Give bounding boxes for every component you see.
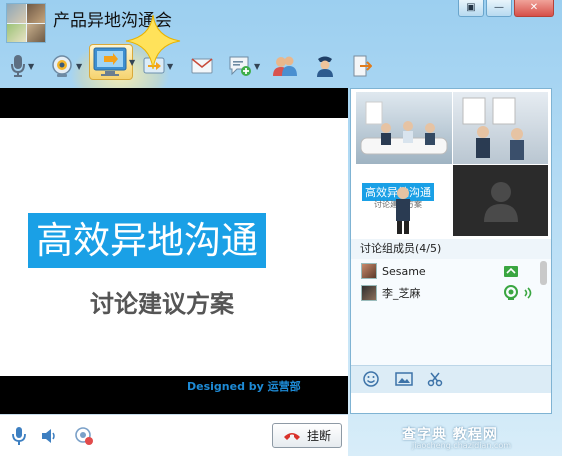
microphone-button[interactable]: ▼	[10, 52, 34, 80]
members-heading: 讨论组成员(4/5)	[351, 239, 551, 259]
member-name: Sesame	[382, 264, 426, 278]
webcam-status-icon	[503, 285, 519, 301]
record-icon[interactable]	[74, 426, 94, 446]
side-panel: 高效异地沟通 讨论建议方案 讨论组成员(4/5) Sesame 李_芝麻	[350, 88, 552, 414]
microphone-menu-arrow-icon[interactable]: ▼	[28, 62, 34, 71]
toolbar: ▼ ▼ ▼ ▼ ▼	[0, 44, 562, 88]
slide-subtitle: 讨论建议方案	[90, 290, 234, 318]
presentation-stage: 高效异地沟通 讨论建议方案 Designed by 运营部	[0, 88, 348, 414]
bottom-bar: 挂断	[0, 414, 348, 456]
scrollbar-thumb[interactable]	[540, 261, 547, 285]
screen-sharing-status-icon	[503, 265, 519, 278]
exit-icon	[353, 55, 372, 77]
title-bar: 产品异地沟通会 ▣ — ✕	[0, 0, 562, 44]
exit-button[interactable]	[352, 52, 372, 80]
microphone-icon	[11, 55, 25, 77]
close-button[interactable]: ✕	[514, 0, 554, 17]
list-item[interactable]: 李_芝麻	[351, 283, 539, 303]
chat-tools	[351, 365, 551, 393]
members-list: Sesame 李_芝麻	[351, 259, 551, 365]
image-icon[interactable]	[395, 371, 413, 387]
video-feed-3[interactable]: 高效异地沟通 讨论建议方案	[356, 165, 452, 236]
contacts-button[interactable]	[272, 52, 298, 80]
screenshot-scissors-icon[interactable]	[427, 371, 443, 387]
admin-icon	[317, 56, 333, 77]
hangup-label: 挂断	[306, 429, 331, 443]
speaker-icon[interactable]	[40, 426, 58, 446]
contacts-icon	[273, 56, 297, 76]
avatar	[361, 285, 377, 301]
emoji-icon[interactable]	[363, 371, 379, 387]
shared-slide: 高效异地沟通 讨论建议方案 Designed by 运营部	[0, 118, 348, 393]
screen-share-menu-arrow-icon[interactable]: ▼	[129, 58, 135, 67]
chat-add-menu-arrow-icon[interactable]: ▼	[254, 62, 260, 71]
presentation-menu-arrow-icon[interactable]: ▼	[167, 62, 173, 71]
camera-button[interactable]: ▼	[50, 52, 82, 80]
camera-icon	[52, 55, 72, 77]
window-title: 产品异地沟通会	[53, 11, 172, 31]
video-grid: 高效异地沟通 讨论建议方案	[356, 92, 548, 236]
group-avatar[interactable]	[6, 3, 46, 43]
watermark-url: jiaocheng.chazidian.com	[412, 441, 512, 450]
microphone-icon[interactable]	[12, 426, 26, 446]
members-scrollbar[interactable]	[540, 259, 547, 359]
slide-credit: Designed by 运营部	[187, 380, 301, 393]
meeting-photo-icon	[462, 97, 524, 160]
chat-add-button[interactable]: ▼	[228, 52, 260, 80]
screen-share-icon	[93, 47, 127, 76]
avatar	[361, 263, 377, 279]
mail-button[interactable]	[191, 52, 213, 80]
camera-menu-arrow-icon[interactable]: ▼	[76, 62, 82, 71]
member-name: 李_芝麻	[382, 287, 421, 300]
screen-share-button[interactable]: ▼	[93, 47, 135, 76]
window-controls: ▣ — ✕	[458, 0, 554, 17]
default-avatar-icon	[484, 182, 518, 222]
phone-hangup-icon	[283, 432, 300, 440]
slide-title: 高效异地沟通	[28, 213, 266, 268]
admin-button[interactable]	[315, 52, 335, 80]
presentation-button[interactable]: ▼	[143, 52, 173, 80]
restore-button[interactable]: ▣	[458, 0, 484, 17]
presenter-icon	[396, 187, 410, 234]
minimize-button[interactable]: —	[486, 0, 512, 17]
chat-add-icon	[229, 56, 251, 76]
mail-icon	[191, 58, 213, 74]
hangup-button[interactable]: 挂断	[272, 423, 342, 448]
list-item[interactable]: Sesame	[351, 261, 539, 281]
video-feed-1[interactable]	[356, 92, 452, 164]
presentation-icon	[143, 57, 165, 74]
video-feed-empty[interactable]	[453, 165, 548, 236]
meeting-photo-icon	[360, 101, 448, 155]
audio-active-icon	[523, 286, 535, 300]
video-feed-2[interactable]	[453, 92, 548, 164]
